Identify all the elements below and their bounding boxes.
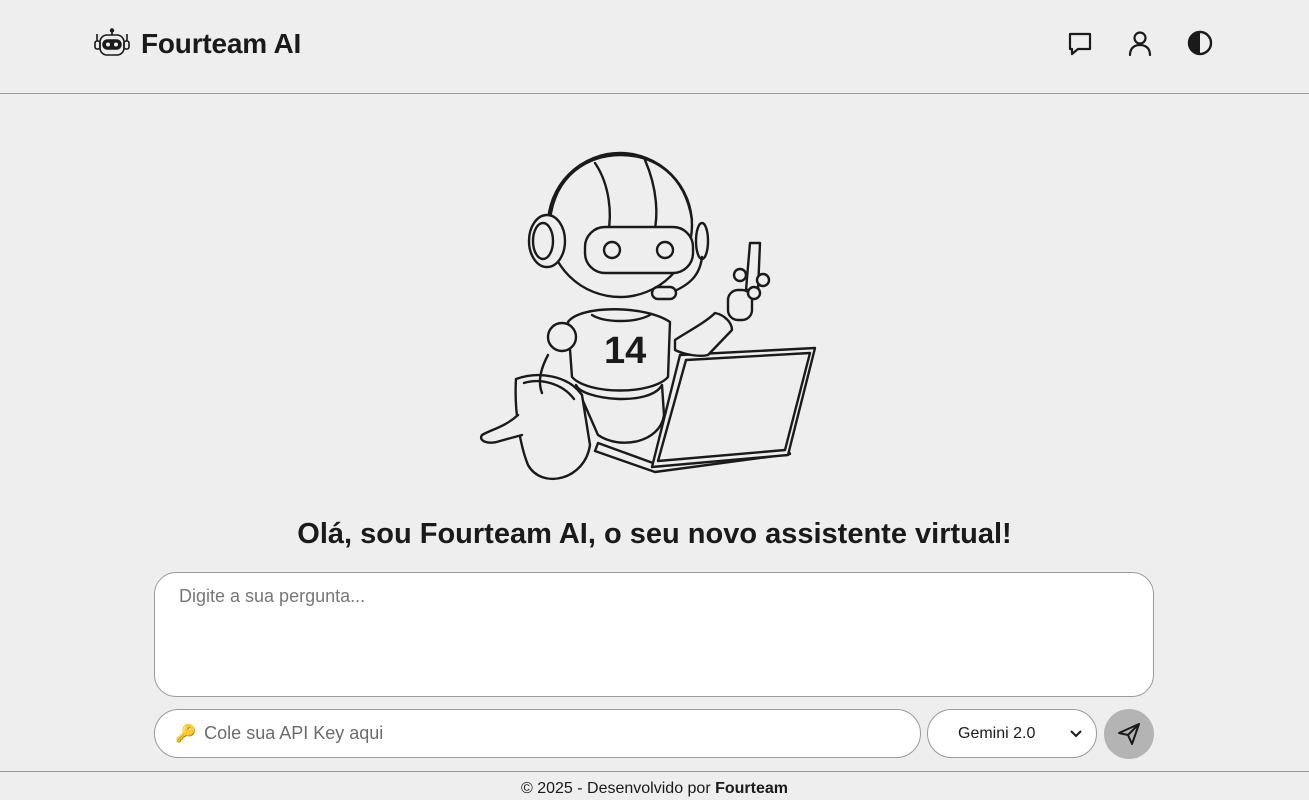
send-button[interactable] bbox=[1104, 709, 1154, 759]
api-key-input[interactable] bbox=[204, 723, 885, 744]
footer: © 2025 - Desenvolvido por Fourteam bbox=[0, 771, 1309, 800]
footer-brand: Fourteam bbox=[715, 780, 789, 797]
contrast-icon[interactable] bbox=[1184, 27, 1216, 59]
chevron-down-icon bbox=[1070, 729, 1082, 737]
user-icon[interactable] bbox=[1124, 27, 1156, 59]
chat-icon[interactable] bbox=[1064, 27, 1096, 59]
api-key-field[interactable]: 🔑 bbox=[154, 709, 921, 758]
footer-text: © 2025 - Desenvolvido por bbox=[520, 780, 716, 797]
top-header: Fourteam AI bbox=[0, 0, 1309, 94]
hero-robot-illustration: 14 bbox=[470, 145, 830, 490]
model-select-value: Gemini 2.0 bbox=[958, 724, 1036, 742]
model-select[interactable]: Gemini 2.0 bbox=[927, 709, 1097, 758]
brand[interactable]: Fourteam AI bbox=[93, 26, 301, 62]
send-icon bbox=[1118, 723, 1140, 745]
key-icon: 🔑 bbox=[175, 723, 197, 743]
jersey-number: 14 bbox=[604, 330, 646, 372]
app-title: Fourteam AI bbox=[141, 28, 302, 59]
question-input[interactable] bbox=[154, 572, 1154, 697]
robot-icon bbox=[94, 28, 130, 56]
greeting-heading: Olá, sou Fourteam AI, o seu novo assiste… bbox=[297, 518, 1012, 550]
